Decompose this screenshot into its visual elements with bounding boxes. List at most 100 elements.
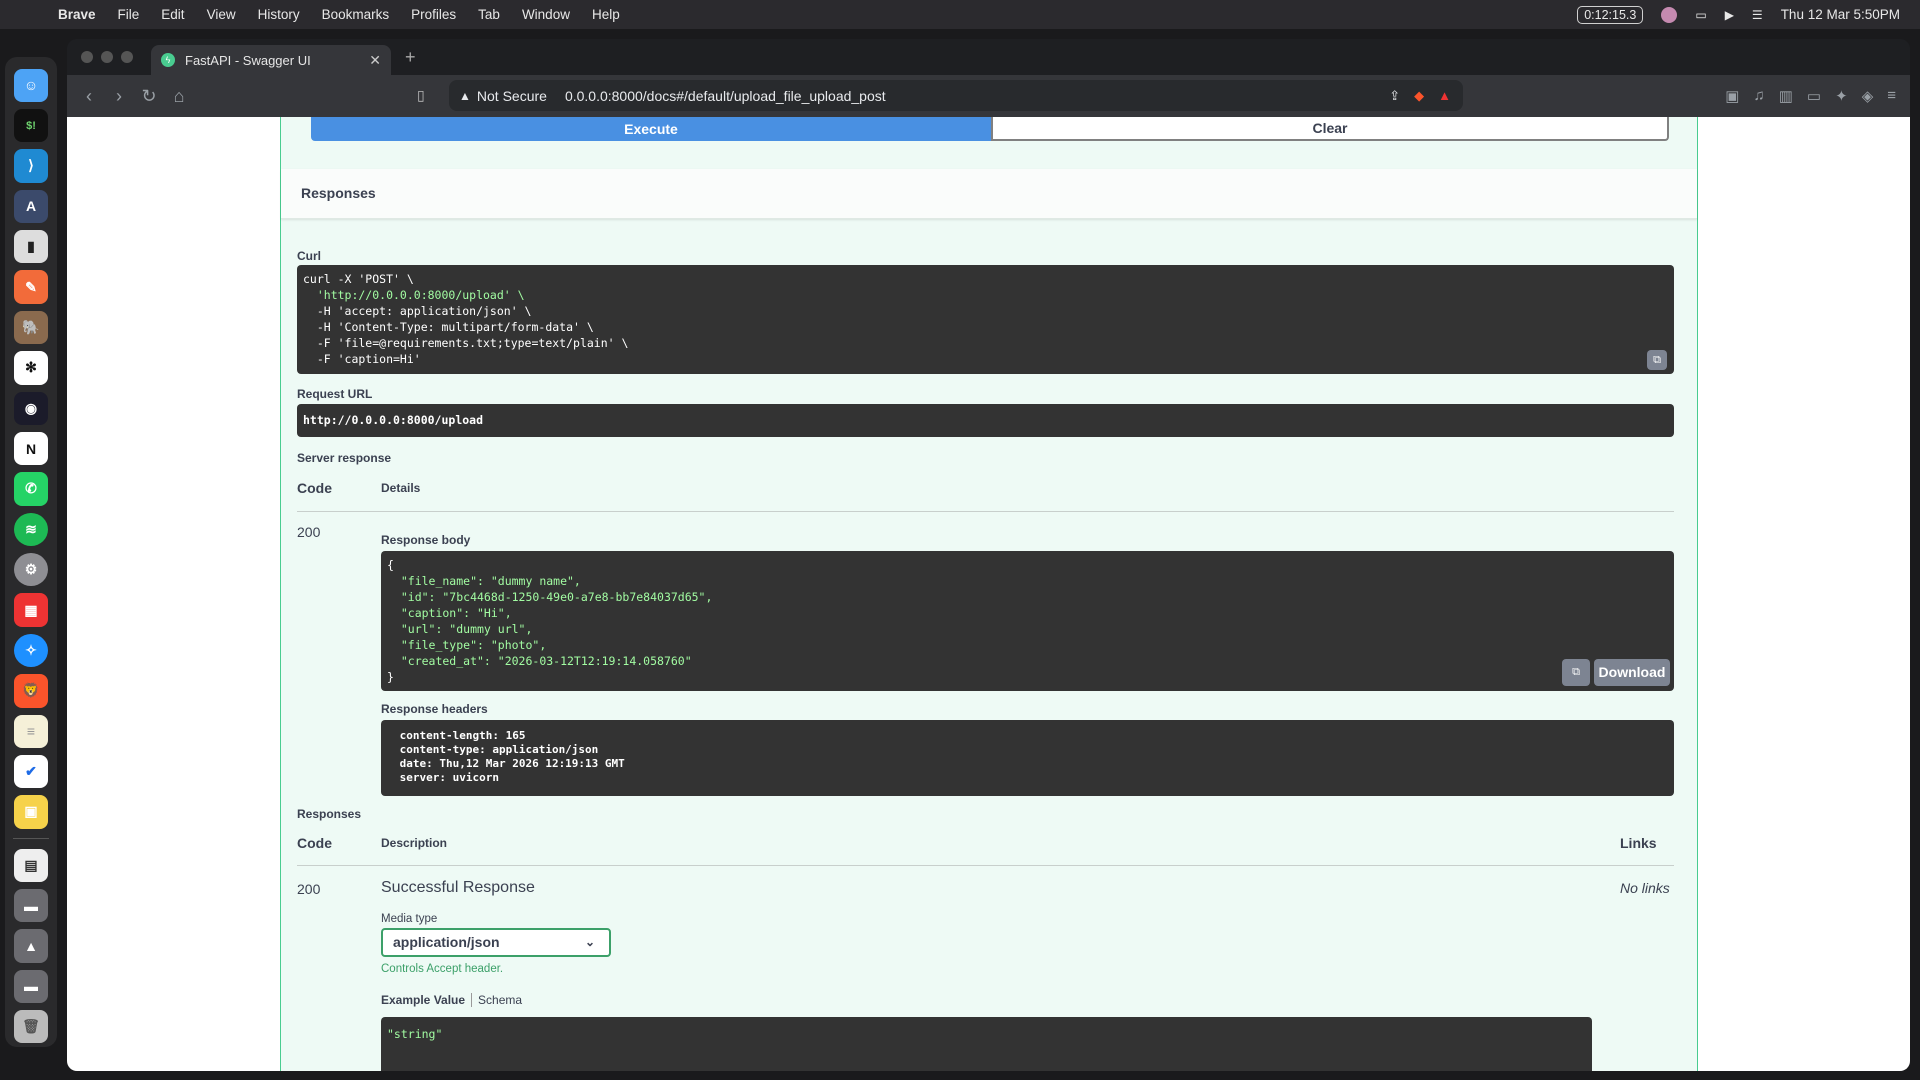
response-links: No links xyxy=(1620,880,1670,896)
example-value-block[interactable]: "string" xyxy=(381,1017,1592,1071)
request-url-value[interactable]: http://0.0.0.0:8000/upload xyxy=(297,404,1674,437)
divider xyxy=(297,511,1674,512)
menu-bookmarks[interactable]: Bookmarks xyxy=(322,7,390,22)
not-secure-label[interactable]: Not Secure xyxy=(477,88,547,104)
url-text[interactable]: 0.0.0.0:8000/docs#/default/upload_file_u… xyxy=(565,88,886,104)
share-icon[interactable]: ⇪ xyxy=(1389,88,1400,104)
menu-history[interactable]: History xyxy=(258,7,300,22)
menu-view[interactable]: View xyxy=(207,7,236,22)
menu-edit[interactable]: Edit xyxy=(161,7,184,22)
response-description: Successful Response xyxy=(381,879,535,896)
extension-icon[interactable]: ▣ xyxy=(1725,87,1739,105)
chatgpt-icon[interactable]: ✻ xyxy=(14,351,48,385)
stickies-icon[interactable]: ▣ xyxy=(14,795,48,829)
curl-code-block[interactable]: curl -X 'POST' \ 'http://0.0.0.0:8000/up… xyxy=(297,265,1674,374)
timer-badge[interactable]: 0:12:15.3 xyxy=(1577,5,1644,24)
menu-file[interactable]: File xyxy=(118,7,140,22)
tableplus-icon[interactable]: 🐘 xyxy=(14,310,48,345)
response-body-label: Response body xyxy=(381,533,471,547)
menu-window[interactable]: Window xyxy=(522,7,570,22)
execute-button[interactable]: Execute xyxy=(311,117,991,141)
server-col-details: Details xyxy=(381,481,421,495)
toolbar-right: ▣ ♫ ▥ ▭ ✦ ◈ ≡ xyxy=(1725,87,1896,105)
sidebar-icon[interactable]: ▥ xyxy=(1779,87,1793,105)
response-code: 200 xyxy=(297,881,321,897)
vscode-icon[interactable]: ⟩ xyxy=(14,149,48,183)
warning-icon: ▲ xyxy=(459,88,471,103)
vpn-icon[interactable]: ◈ xyxy=(1862,87,1874,105)
menu-app-name[interactable]: Brave xyxy=(58,7,96,22)
whatsapp-icon[interactable]: ✆ xyxy=(14,472,48,506)
bookmark-icon[interactable]: ▯ xyxy=(417,87,425,104)
example-value: "string" xyxy=(387,1027,443,1041)
clock[interactable]: Thu 12 Mar 5:50PM xyxy=(1781,7,1900,22)
folder-icon[interactable]: ▬ xyxy=(14,888,48,923)
address-bar[interactable]: ▯ ▲ Not Secure 0.0.0.0:8000/docs#/defaul… xyxy=(417,80,1463,111)
forward-icon[interactable]: › xyxy=(111,86,127,107)
response-headers-block[interactable]: content-length: 165 content-type: applic… xyxy=(381,720,1674,796)
notion-icon[interactable]: N xyxy=(14,431,48,466)
copy-response-icon[interactable]: ⧉ xyxy=(1562,659,1590,686)
spotify-icon[interactable]: ≋ xyxy=(14,512,48,546)
header-line: date: Thu,12 Mar 2026 12:19:13 GMT xyxy=(393,757,632,770)
brave-icon[interactable]: 🦁 xyxy=(14,674,48,708)
calendar-icon[interactable]: ▦ xyxy=(14,593,48,627)
tab-swagger[interactable]: ϟ FastAPI - Swagger UI ✕ xyxy=(151,45,391,75)
close-tab-icon[interactable]: ✕ xyxy=(369,52,381,69)
settings-icon[interactable]: ⚙ xyxy=(14,553,48,587)
brave-rewards-icon[interactable]: ▲ xyxy=(1438,88,1451,104)
finder-icon[interactable]: ☺ xyxy=(14,68,48,102)
tab-schema[interactable]: Schema xyxy=(472,993,522,1007)
device-icon[interactable]: ▮ xyxy=(14,230,48,264)
minimize-window-button[interactable] xyxy=(101,51,113,63)
notes-icon[interactable]: ≡ xyxy=(14,714,48,748)
body-line: "id": "7bc4468d-1250-49e0-a7e8-bb7e84037… xyxy=(387,590,713,604)
obs-icon[interactable]: ◉ xyxy=(14,391,48,425)
divider xyxy=(297,865,1674,866)
postman-icon[interactable]: ✎ xyxy=(14,270,48,304)
zoom-window-button[interactable] xyxy=(121,51,133,63)
todo-icon[interactable]: ✔ xyxy=(14,754,48,789)
clear-button[interactable]: Clear xyxy=(991,117,1669,141)
reload-icon[interactable]: ↻ xyxy=(141,86,157,107)
menu-profiles[interactable]: Profiles xyxy=(411,7,456,22)
menu-tab[interactable]: Tab xyxy=(478,7,500,22)
terminal-icon[interactable]: $! xyxy=(14,108,48,143)
request-url-label: Request URL xyxy=(297,387,373,401)
curl-line: -H 'accept: application/json' \ xyxy=(303,304,532,318)
new-tab-button[interactable]: + xyxy=(405,47,416,68)
profile-icon[interactable] xyxy=(1661,6,1678,23)
xcode-icon[interactable]: A xyxy=(14,189,48,223)
safari-icon[interactable]: ✧ xyxy=(14,633,48,668)
control-center-icon[interactable]: ☰ xyxy=(1752,8,1763,22)
brave-shields-icon[interactable]: ◆ xyxy=(1414,88,1424,104)
response-headers-label: Response headers xyxy=(381,702,488,716)
back-icon[interactable]: ‹ xyxy=(81,86,97,107)
download-button[interactable]: Download xyxy=(1594,659,1670,686)
tab-example-value[interactable]: Example Value xyxy=(381,993,473,1007)
menu-help[interactable]: Help xyxy=(592,7,620,22)
play-icon[interactable]: ▶ xyxy=(1725,8,1734,22)
applications-folder-icon[interactable]: ▲ xyxy=(14,929,48,963)
media-icon[interactable]: ♫ xyxy=(1753,87,1764,105)
browser-toolbar: ‹ › ↻ ⌂ ▯ ▲ Not Secure 0.0.0.0:8000/docs… xyxy=(67,75,1910,117)
document-icon[interactable]: ▤ xyxy=(14,848,48,882)
curl-label: Curl xyxy=(297,249,321,263)
media-type-select[interactable]: application/json ⌄ xyxy=(381,928,611,957)
window-controls xyxy=(81,51,133,63)
body-line: { xyxy=(387,558,394,572)
menu-icon[interactable]: ≡ xyxy=(1887,87,1896,105)
trash-icon[interactable]: 🗑 xyxy=(14,1010,48,1044)
copy-curl-icon[interactable]: ⧉ xyxy=(1647,350,1667,370)
wallet-icon[interactable]: ▭ xyxy=(1807,87,1821,105)
home-icon[interactable]: ⌂ xyxy=(171,86,187,107)
responses-col-description: Description xyxy=(381,836,448,850)
responses-label: Responses xyxy=(297,807,362,821)
battery-icon[interactable]: ▭ xyxy=(1695,8,1706,22)
leo-icon[interactable]: ✦ xyxy=(1835,87,1848,105)
curl-line: 'http://0.0.0.0:8000/upload' \ xyxy=(303,288,525,302)
header-line: server: uvicorn xyxy=(393,771,506,784)
close-window-button[interactable] xyxy=(81,51,93,63)
response-body-block[interactable]: { "file_name": "dummy name", "id": "7bc4… xyxy=(381,551,1674,691)
downloads-folder-icon[interactable]: ▬ xyxy=(14,969,48,1004)
